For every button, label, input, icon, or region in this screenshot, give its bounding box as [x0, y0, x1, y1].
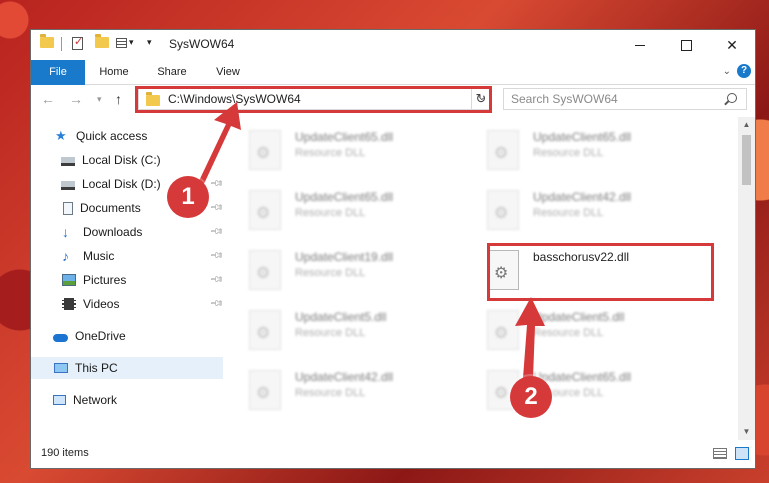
step-1-badge: 1	[167, 176, 209, 218]
arrow-1	[198, 102, 241, 186]
arrow-2	[515, 297, 545, 378]
annotation-arrows	[198, 102, 545, 378]
step-2-badge: 2	[510, 376, 552, 418]
